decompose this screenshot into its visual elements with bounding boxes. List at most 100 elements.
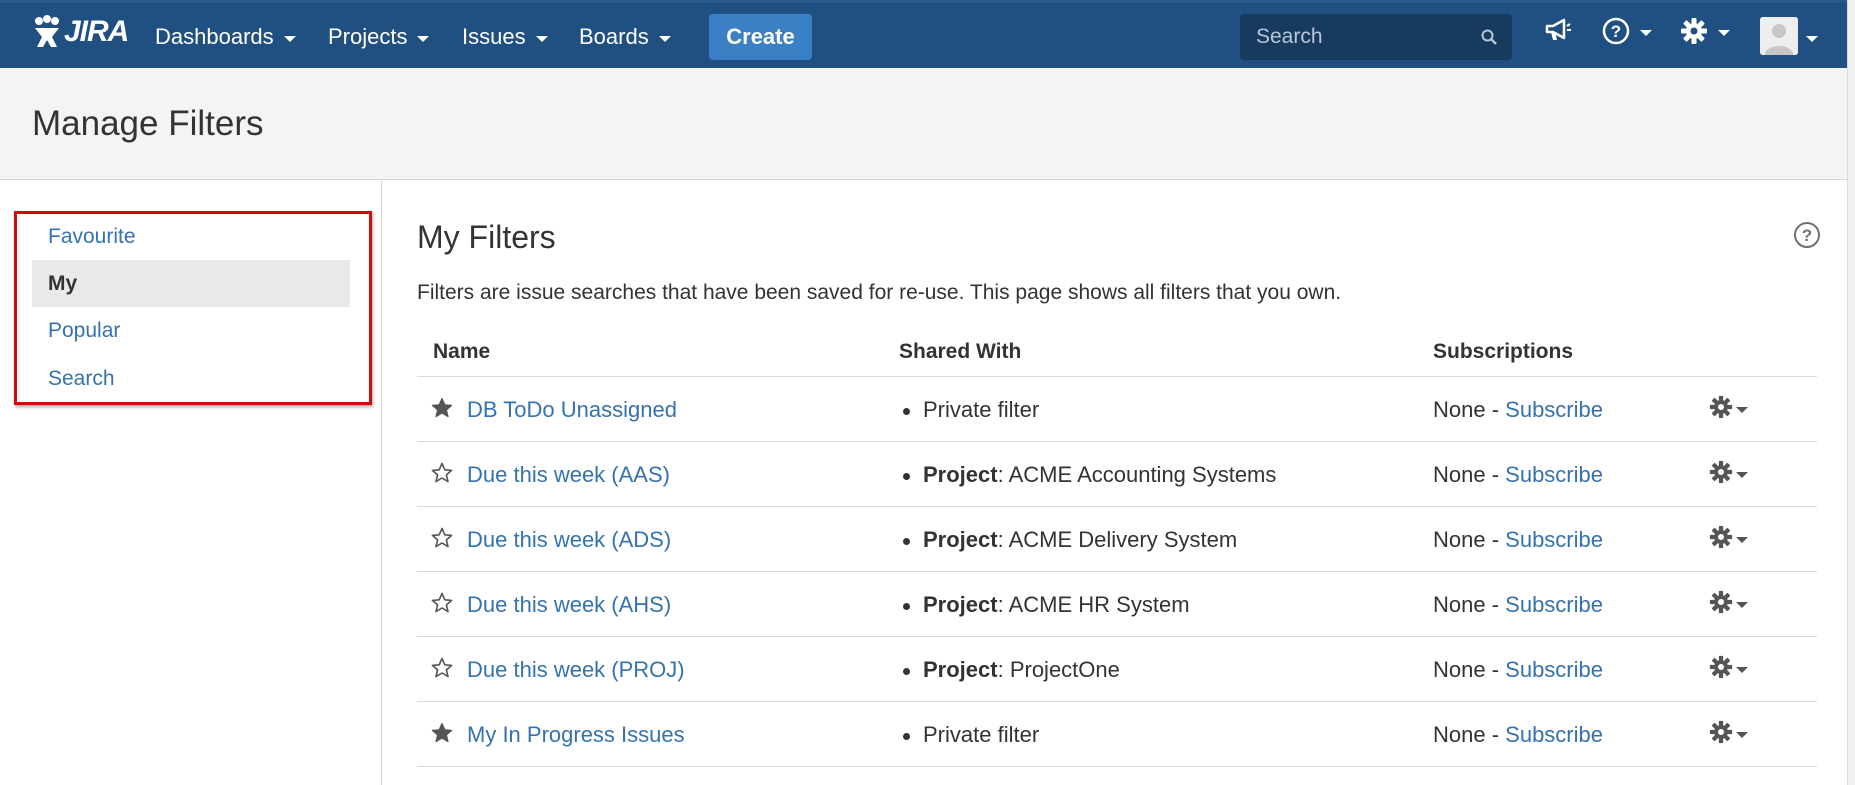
filter-name-link[interactable]: Due this week (PROJ) [467, 657, 685, 683]
search-input[interactable]: Search [1240, 14, 1512, 60]
nav-boards[interactable]: Boards [579, 3, 671, 71]
main-content: My Filters ? Filters are issue searches … [383, 181, 1855, 785]
chevron-down-icon [1736, 602, 1748, 608]
subscriptions-none: None - [1433, 462, 1506, 487]
shared-with-value: : ProjectOne [997, 657, 1120, 682]
shared-with-text: Project: ACME HR System [923, 592, 1190, 618]
gear-icon [1709, 460, 1733, 484]
shared-with-label: Project [923, 592, 998, 617]
filter-actions-menu[interactable] [1709, 525, 1748, 549]
subscriptions-cell: None - Subscribe [1433, 462, 1603, 488]
chevron-down-icon [1736, 472, 1748, 478]
user-menu-chevron[interactable] [1806, 33, 1818, 42]
user-avatar-icon [1760, 17, 1798, 55]
sidebar-item-popular[interactable]: Popular [32, 307, 350, 354]
filter-name-link[interactable]: DB ToDo Unassigned [467, 397, 677, 423]
table-row: DB ToDo Unassigned Private filter None - S… [417, 377, 1817, 442]
search-icon[interactable] [1480, 28, 1498, 46]
column-header-subscriptions: Subscriptions [1433, 340, 1574, 363]
filter-name-link[interactable]: Due this week (AHS) [467, 592, 671, 618]
filter-actions-menu[interactable] [1709, 460, 1748, 484]
notifications-button[interactable] [1544, 17, 1572, 43]
table-row: My In Progress Issues Private filter None … [417, 702, 1817, 767]
shared-with-value: : ACME Accounting Systems [997, 462, 1277, 487]
scrollbar[interactable] [1847, 0, 1855, 785]
chevron-down-icon [1736, 537, 1748, 543]
chevron-down-icon [1736, 407, 1748, 413]
jira-logo[interactable]: JIRA [32, 15, 129, 49]
subscribe-link[interactable]: Subscribe [1505, 397, 1603, 422]
chevron-down-icon [1736, 732, 1748, 738]
subscriptions-none: None - [1433, 397, 1506, 422]
chevron-down-icon [1718, 29, 1730, 36]
star-outline-icon[interactable] [431, 462, 453, 484]
admin-menu[interactable] [1680, 17, 1730, 45]
filter-actions-menu[interactable] [1709, 395, 1748, 419]
page-header: Manage Filters [0, 68, 1855, 180]
gear-icon [1709, 655, 1733, 679]
sidebar-item-my[interactable]: My [32, 260, 350, 307]
nav-dashboards[interactable]: Dashboards [155, 3, 296, 71]
top-navigation-bar: JIRA Dashboards Projects Issues Boards C… [0, 0, 1855, 68]
help-icon: ? [1602, 17, 1630, 45]
table-row: Due this week (AHS) Project: ACME HR Syst… [417, 572, 1817, 637]
star-filled-icon[interactable] [431, 722, 453, 744]
star-outline-icon[interactable] [431, 657, 453, 679]
subscriptions-none: None - [1433, 722, 1506, 747]
help-icon[interactable]: ? [1793, 221, 1821, 249]
nav-issues[interactable]: Issues [462, 3, 548, 71]
star-outline-icon[interactable] [431, 527, 453, 549]
subscriptions-none: None - [1433, 527, 1506, 552]
shared-with-label: Project [923, 657, 998, 682]
sidebar-item-favourite[interactable]: Favourite [32, 213, 350, 260]
shared-with-value: Private filter [923, 397, 1040, 422]
help-menu[interactable]: ? [1602, 17, 1652, 45]
gear-icon [1709, 720, 1733, 744]
subscribe-link[interactable]: Subscribe [1505, 462, 1603, 487]
shared-with-value: Private filter [923, 722, 1040, 747]
filter-actions-menu[interactable] [1709, 590, 1748, 614]
chevron-down-icon [283, 35, 296, 42]
star-filled-icon[interactable] [431, 397, 453, 419]
gear-icon [1709, 525, 1733, 549]
bullet-icon [903, 668, 910, 675]
filter-actions-menu[interactable] [1709, 655, 1748, 679]
filter-actions-menu[interactable] [1709, 720, 1748, 744]
gear-icon [1681, 18, 1707, 44]
filter-name-link[interactable]: My In Progress Issues [467, 722, 685, 748]
column-header-name: Name [433, 340, 491, 363]
nav-projects[interactable]: Projects [328, 3, 430, 71]
subscribe-link[interactable]: Subscribe [1505, 527, 1603, 552]
subscriptions-cell: None - Subscribe [1433, 397, 1603, 423]
subscribe-link[interactable]: Subscribe [1505, 657, 1603, 682]
subscriptions-cell: None - Subscribe [1433, 722, 1603, 748]
avatar[interactable] [1760, 17, 1798, 55]
subscribe-link[interactable]: Subscribe [1505, 592, 1603, 617]
page-description: Filters are issue searches that have bee… [417, 281, 1342, 304]
megaphone-icon [1545, 18, 1571, 40]
bullet-icon [903, 538, 910, 545]
filter-name-link[interactable]: Due this week (ADS) [467, 527, 671, 553]
sidebar: Favourite My Popular Search [0, 181, 382, 785]
sidebar-item-search[interactable]: Search [32, 355, 350, 402]
chevron-down-icon [417, 35, 430, 42]
column-header-shared-with: Shared With [899, 340, 1022, 363]
nav-projects-label: Projects [328, 24, 408, 49]
chevron-down-icon [535, 35, 548, 42]
shared-with-text: Private filter [923, 397, 1039, 423]
jira-logo-icon [35, 15, 59, 47]
create-button[interactable]: Create [709, 14, 812, 60]
shared-with-value: : ACME Delivery System [997, 527, 1238, 552]
subscribe-link[interactable]: Subscribe [1505, 722, 1603, 747]
nav-boards-label: Boards [579, 24, 649, 49]
subscriptions-cell: None - Subscribe [1433, 527, 1603, 553]
star-outline-icon[interactable] [431, 592, 453, 614]
chevron-down-icon [658, 35, 671, 42]
shared-with-label: Project [923, 527, 998, 552]
filter-name-link[interactable]: Due this week (AAS) [467, 462, 670, 488]
table-row: Due this week (ADS) Project: ACME Deliver… [417, 507, 1817, 572]
shared-with-label: Project [923, 462, 998, 487]
nav-issues-label: Issues [462, 24, 526, 49]
shared-with-text: Project: ACME Accounting Systems [923, 462, 1276, 488]
svg-text:?: ? [1611, 22, 1621, 41]
